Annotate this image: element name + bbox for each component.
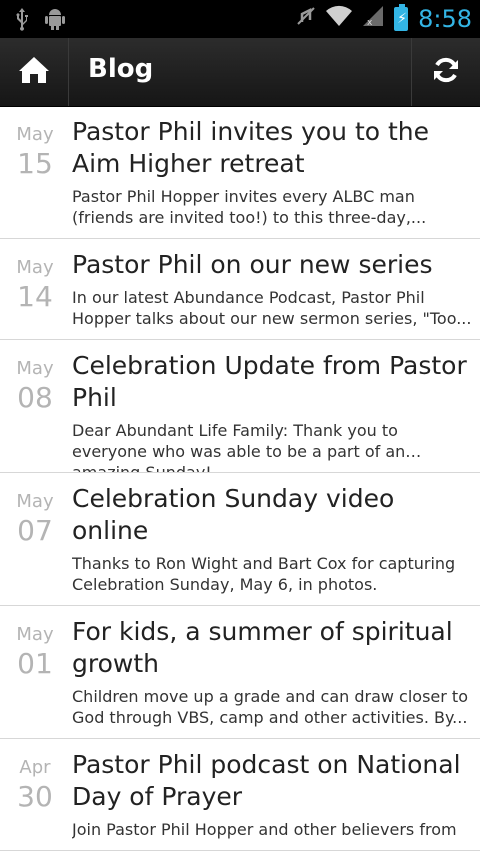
post-month: May xyxy=(16,358,54,379)
post-month: May xyxy=(16,491,54,512)
post-day: 30 xyxy=(17,780,53,813)
blog-list-item[interactable]: May 01 For kids, a summer of spiritual g… xyxy=(0,606,480,739)
post-title: Celebration Sunday video online xyxy=(72,484,395,545)
page-title: Blog xyxy=(88,54,154,84)
post-title: Celebration Update from Pastor Phil xyxy=(72,351,467,412)
blog-list-item[interactable]: May 15 Pastor Phil invites you to the Ai… xyxy=(0,106,480,239)
post-day: 08 xyxy=(17,381,53,414)
post-day: 01 xyxy=(17,647,53,680)
blog-list: May 15 Pastor Phil invites you to the Ai… xyxy=(0,106,480,851)
action-bar: Blog xyxy=(0,38,480,107)
post-date: May 14 xyxy=(0,239,70,313)
post-month: Apr xyxy=(19,757,51,778)
refresh-icon xyxy=(431,55,461,89)
post-month: May xyxy=(16,257,54,278)
post-day: 15 xyxy=(17,147,53,180)
signal-icon: x xyxy=(362,5,384,32)
post-title: Pastor Phil invites you to the Aim Highe… xyxy=(72,117,430,178)
wifi-icon xyxy=(326,5,353,32)
home-button[interactable] xyxy=(0,38,69,106)
post-month: May xyxy=(16,124,54,145)
post-title: Pastor Phil podcast on National Day of P… xyxy=(72,750,461,811)
post-date: May 01 xyxy=(0,606,70,680)
post-date: May 15 xyxy=(0,106,70,180)
blog-list-item[interactable]: May 07 Celebration Sunday video online T… xyxy=(0,473,480,606)
post-day: 07 xyxy=(17,514,53,547)
post-date: Apr 30 xyxy=(0,739,70,813)
blog-list-item[interactable]: May 08 Celebration Update from Pastor Ph… xyxy=(0,340,480,473)
blog-list-item[interactable]: May 14 Pastor Phil on our new series In … xyxy=(0,239,480,340)
svg-text:x: x xyxy=(367,18,373,27)
post-date: May 08 xyxy=(0,340,70,414)
post-excerpt: In our latest Abundance Podcast, Pastor … xyxy=(72,288,472,328)
post-date: May 07 xyxy=(0,473,70,547)
refresh-button[interactable] xyxy=(411,38,480,106)
post-excerpt: Pastor Phil Hopper invites every ALBC ma… xyxy=(72,187,427,227)
home-icon xyxy=(17,55,51,89)
post-excerpt: Dear Abundant Life Family: Thank you to … xyxy=(72,421,406,472)
battery-charging-icon: ⚡ xyxy=(394,3,409,31)
status-clock: 8:58 xyxy=(418,4,472,33)
usb-icon xyxy=(14,7,30,36)
status-bar: x ⚡ 8:58 xyxy=(0,0,480,38)
mute-icon xyxy=(296,4,316,33)
post-title: Pastor Phil on our new series xyxy=(72,250,433,279)
post-excerpt: Join Pastor Phil Hopper and other believ… xyxy=(72,820,457,839)
android-debug-icon xyxy=(44,7,66,36)
post-title: For kids, a summer of spiritual growth xyxy=(72,617,453,678)
post-day: 14 xyxy=(17,280,53,313)
post-excerpt: Children move up a grade and can draw cl… xyxy=(72,687,468,727)
post-excerpt: Thanks to Ron Wight and Bart Cox for cap… xyxy=(72,554,456,594)
blog-list-item[interactable]: Apr 30 Pastor Phil podcast on National D… xyxy=(0,739,480,851)
post-month: May xyxy=(16,624,54,645)
